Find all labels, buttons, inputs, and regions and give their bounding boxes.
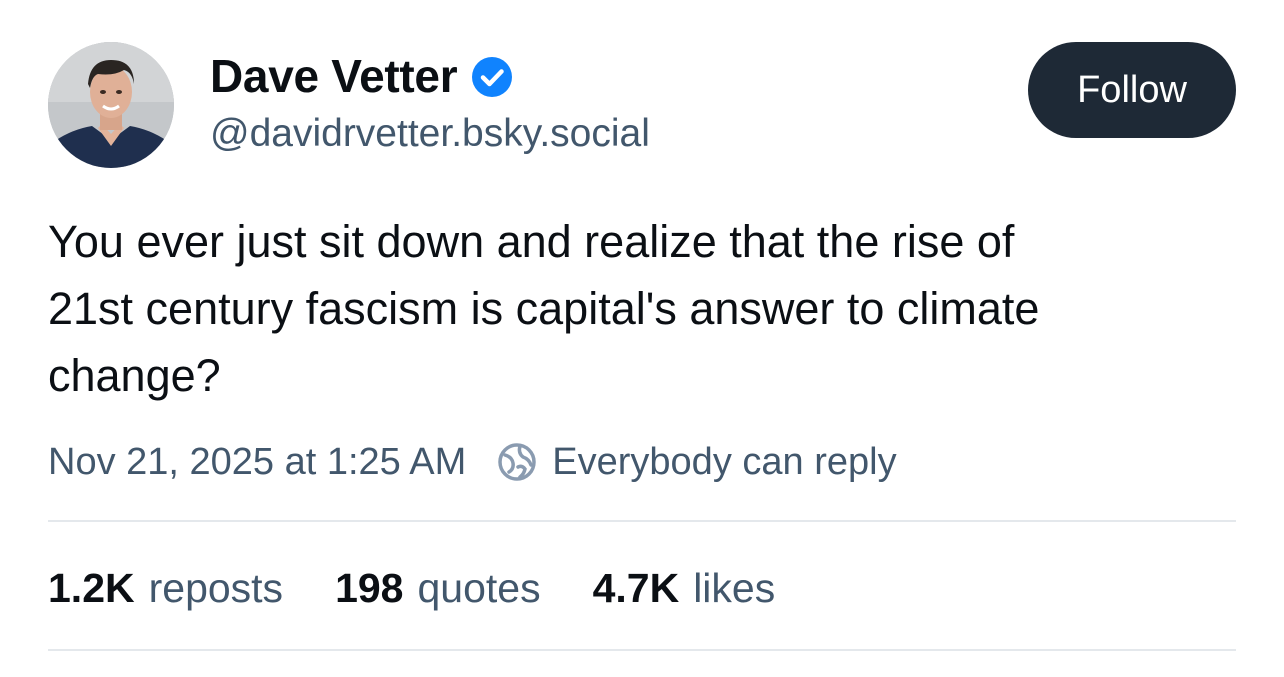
reposts-stat[interactable]: 1.2K reposts (48, 565, 283, 612)
avatar[interactable] (48, 42, 174, 168)
quotes-stat[interactable]: 198 quotes (335, 565, 541, 612)
post-text-line: change? (48, 350, 221, 401)
quotes-label: quotes (417, 564, 541, 611)
avatar-photo (48, 42, 174, 168)
author-name-row: Dave Vetter (210, 48, 513, 104)
display-name[interactable]: Dave Vetter (210, 49, 458, 103)
likes-stat[interactable]: 4.7K likes (593, 565, 776, 612)
author-handle[interactable]: @davidrvetter.bsky.social (210, 112, 650, 156)
verified-check-icon[interactable] (471, 56, 513, 98)
divider (48, 649, 1236, 651)
reposts-label: reposts (148, 564, 284, 611)
post-text: You ever just sit down and realize that … (48, 208, 1248, 409)
post-text-line: You ever just sit down and realize that … (48, 216, 1015, 267)
post-text-line: 21st century fascism is capital's answer… (48, 283, 1040, 334)
post-timestamp: Nov 21, 2025 at 1:25 AM (48, 440, 467, 483)
reply-setting[interactable]: Everybody can reply (552, 441, 896, 484)
divider (48, 520, 1236, 522)
globe-icon[interactable] (496, 441, 538, 483)
likes-label: likes (693, 564, 776, 611)
post-thread-view: Dave Vetter @davidrvetter.bsky.social Fo… (0, 0, 1284, 677)
follow-button[interactable]: Follow (1028, 42, 1236, 138)
post-meta: Nov 21, 2025 at 1:25 AM Everybody can re… (48, 436, 897, 488)
quotes-count: 198 (335, 564, 404, 611)
likes-count: 4.7K (592, 564, 680, 611)
engagement-stats: 1.2K reposts 198 quotes 4.7K likes (48, 560, 827, 616)
reposts-count: 1.2K (48, 564, 135, 611)
